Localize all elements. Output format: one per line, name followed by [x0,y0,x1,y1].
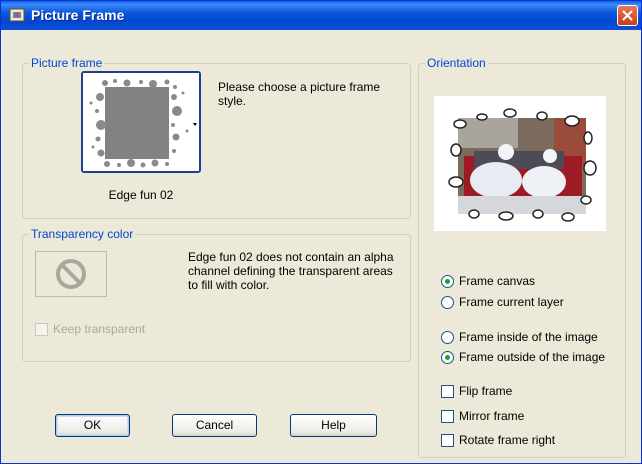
picture-frame-app-icon [9,7,25,23]
frame-outside-radio[interactable] [441,351,454,364]
flip-frame-checkbox[interactable] [441,385,454,398]
frame-inside-label: Frame inside of the image [459,330,598,344]
window-title: Picture Frame [31,7,125,23]
frame-style-picker[interactable] [81,71,201,173]
flip-frame-label: Flip frame [459,384,513,398]
transparency-message: Edge fun 02 does not contain an alpha ch… [188,250,394,292]
ok-button[interactable]: OK [55,414,130,437]
radio-selected-dot [445,355,450,360]
frame-inside-radio[interactable] [441,331,454,344]
rotate-frame-right-checkbox[interactable] [441,434,454,447]
frame-current-layer-label: Frame current layer [459,295,564,309]
transparency-color-legend: Transparency color [31,227,134,241]
unavailable-icon [56,259,86,289]
cancel-button[interactable]: Cancel [172,414,257,437]
close-icon [622,10,633,21]
close-button[interactable] [617,5,638,26]
picture-frame-legend: Picture frame [31,56,103,70]
mirror-frame-checkbox[interactable] [441,410,454,423]
frame-canvas-radio[interactable] [441,275,454,288]
help-button[interactable]: Help [290,414,377,437]
title-bar[interactable]: Picture Frame [1,1,641,30]
orientation-preview [434,96,606,231]
frame-current-layer-radio[interactable] [441,296,454,309]
orientation-legend: Orientation [427,56,486,70]
keep-transparent-label: Keep transparent [53,322,146,336]
frame-instruction-text: Please choose a picture frame style. [218,80,381,108]
frame-preview-thumbnail [83,73,199,171]
keep-transparent-checkbox[interactable] [35,323,48,336]
picture-frame-dialog: Picture Frame Picture frame Please choos… [0,0,642,464]
frame-style-name: Edge fun 02 [108,188,174,202]
radio-selected-dot [445,279,450,284]
preview-photo [434,96,606,231]
transparency-color-swatch [35,251,107,297]
mirror-frame-label: Mirror frame [459,409,525,423]
frame-outside-label: Frame outside of the image [459,350,606,364]
frame-canvas-label: Frame canvas [459,274,536,288]
rotate-frame-right-label: Rotate frame right [459,433,556,447]
